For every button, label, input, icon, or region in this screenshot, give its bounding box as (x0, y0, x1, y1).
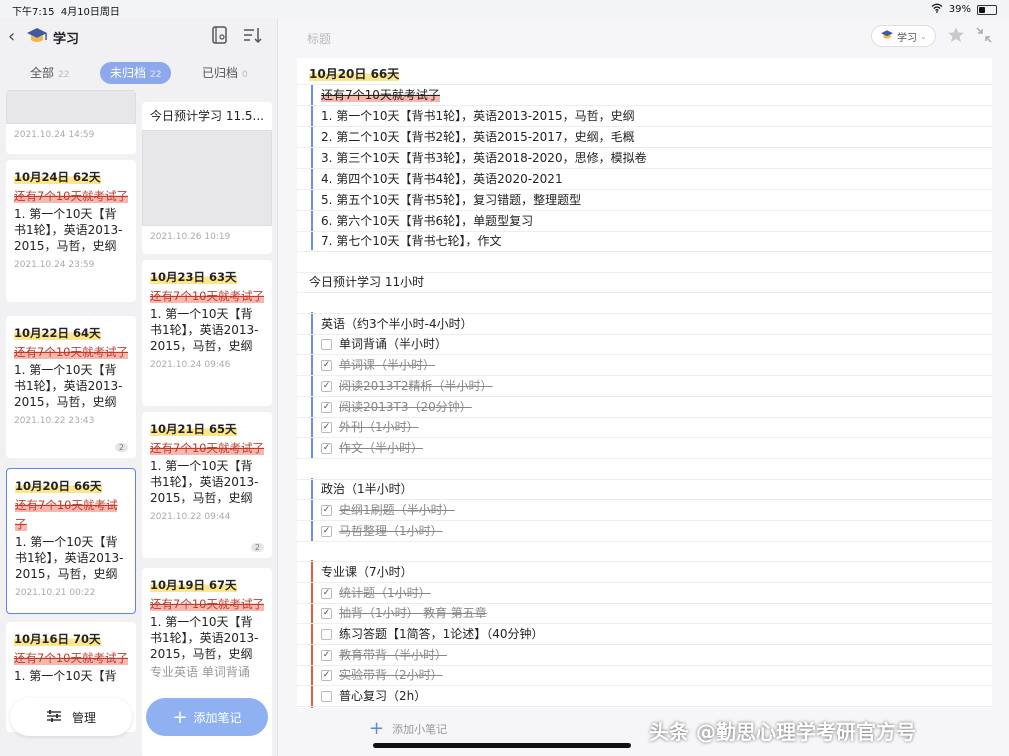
status-bar: 下午7:15 4月10日周日 39% (0, 0, 1009, 18)
wifi-icon (931, 3, 943, 16)
checkbox-checked[interactable]: ✓ (321, 670, 332, 681)
attachment-count-badge: 2 (250, 543, 264, 552)
editor-bottom-bar: + 添加小笔记 头条 @勤思心理学考研官方号 (279, 708, 1009, 756)
home-indicator[interactable] (373, 743, 631, 748)
battery-percent: 39% (948, 4, 971, 15)
note-document[interactable]: 10月20日 66天 还有7个10天就考试了 1. 第一个10天【背书1轮】，英… (297, 58, 992, 708)
checkbox-checked[interactable]: ✓ (321, 526, 332, 537)
folder-title: 学习 (53, 32, 80, 47)
archive-tabs: 全部 22 未归档 22 已归档 0 (0, 62, 277, 88)
collapse-icon[interactable] (976, 27, 992, 43)
plus-icon: + (172, 706, 188, 728)
checkbox-checked[interactable]: ✓ (321, 443, 332, 454)
doc-heading: 10月20日 66天 (297, 64, 992, 85)
tab-unarchived[interactable]: 未归档 22 (100, 62, 172, 84)
doc-line: 1. 第一个10天【背书1轮】，英语2013-2015，马哲，史纲 (297, 106, 992, 127)
section-title: 英语（约3个半小时-4小时） (297, 314, 992, 335)
todo-item[interactable]: 单词背诵（半小时） (297, 334, 992, 355)
note-list-header: ‹ 学习 (0, 18, 277, 54)
todo-item[interactable]: ✓ 外刊（1小时） (297, 417, 992, 438)
doc-line: 6. 第六个10天【背书6轮】，单题型复习 (297, 211, 992, 232)
note-thumbnail (6, 90, 136, 124)
doc-line: 5. 第五个10天【背书5轮】，复习错题，整理题型 (297, 190, 992, 211)
checkbox-checked[interactable]: ✓ (321, 381, 332, 392)
editor-header: 标题 学习 ⌄ (279, 18, 1009, 56)
sliders-icon (46, 709, 62, 726)
graduation-cap-icon (880, 29, 894, 44)
checkbox-checked[interactable]: ✓ (321, 650, 332, 661)
todo-item[interactable]: ✓ 马哲整理（1小时） (297, 521, 992, 542)
doc-line: 今日预计学习 11小时 (297, 272, 992, 293)
chevron-down-icon: ⌄ (920, 31, 927, 41)
note-card[interactable]: 10月21日 65天 还有7个10天就考试了 1. 第一个10天【背书1轮】，英… (142, 412, 272, 558)
note-card[interactable]: 今日预计学习 11.5... 2021.10.26 10:19 (142, 102, 272, 254)
checkbox-checked[interactable]: ✓ (321, 402, 332, 413)
note-card[interactable]: 2021.10.24 14:59 (6, 90, 136, 154)
todo-item[interactable]: ✓ 阅读2013T2精析（半小时） (297, 376, 992, 397)
note-card[interactable]: 10月22日 64天 还有7个10天就考试了 1. 第一个10天【背书1轮】，英… (6, 316, 136, 458)
checkbox[interactable] (321, 691, 332, 702)
todo-item[interactable]: ✓ 作文（半小时） (297, 438, 992, 459)
checkbox[interactable] (321, 339, 332, 350)
todo-item[interactable]: ✓ 阅读2013T3（20分钟） (297, 397, 992, 418)
doc-line: 4. 第四个10天【背书4轮】，英语2020-2021 (297, 169, 992, 190)
note-editor: 标题 学习 ⌄ 10月20日 66天 还有7个10天就考试了 1. 第一个10天… (279, 18, 1009, 756)
chevron-left-icon[interactable]: ‹ (8, 26, 15, 47)
checkbox-checked[interactable]: ✓ (321, 588, 332, 599)
sort-icon[interactable] (242, 25, 262, 45)
notebook-icon[interactable] (210, 25, 230, 45)
note-list-panel: ‹ 学习 全部 22 未归档 22 已归档 0 2021.10.24 14:59 10… (0, 18, 278, 756)
status-time-date: 下午7:15 4月10日周日 (12, 7, 120, 18)
doc-line: 3. 第三个10天【背书3轮】，英语2018-2020，思修，模拟卷 (297, 148, 992, 169)
star-icon[interactable] (947, 26, 965, 44)
graduation-cap-icon (26, 26, 48, 46)
checkbox-checked[interactable]: ✓ (321, 608, 332, 619)
todo-item[interactable]: ✓ 抽背（1小时）-教育 第五章 (297, 603, 992, 624)
doc-line: 还有7个10天就考试了 (297, 85, 992, 106)
checkbox[interactable] (321, 629, 332, 640)
tab-archived[interactable]: 已归档 0 (202, 62, 248, 84)
checkbox-checked[interactable]: ✓ (321, 360, 332, 371)
todo-item[interactable]: ✓ 实验带背（2小时） (297, 665, 992, 686)
note-card[interactable]: 10月24日 62天 还有7个10天就考试了 1. 第一个10天【背书1轮】，英… (6, 160, 136, 302)
watermark: 头条 @勤思心理学考研官方号 (649, 720, 916, 744)
section-title: 专业课（7小时） (297, 562, 992, 583)
battery-icon (977, 4, 997, 15)
doc-line: 7. 第七个10天【背书七轮】，作文 (297, 231, 992, 252)
todo-item[interactable]: 练习答题【1简答，1论述】（40分钟） (297, 624, 992, 645)
title-input[interactable]: 标题 (307, 30, 331, 47)
checkbox-checked[interactable]: ✓ (321, 505, 332, 516)
todo-item[interactable]: ✓ 史纲1刷题（半小时） (297, 500, 992, 521)
note-card-selected[interactable]: 10月20日 66天 还有7个10天就考试了 1. 第一个10天【背书1轮】，英… (6, 468, 136, 614)
todo-item[interactable]: ✓ 单词课（半小时） (297, 355, 992, 376)
todo-item[interactable]: ✓ 统计题（1小时） (297, 583, 992, 604)
add-small-note-button[interactable]: + 添加小笔记 (369, 718, 447, 739)
todo-item[interactable]: 普心复习（2h） (297, 686, 992, 707)
note-card[interactable]: 10月23日 63天 还有7个10天就考试了 1. 第一个10天【背书1轮】，英… (142, 260, 272, 406)
add-note-button[interactable]: + 添加笔记 (146, 698, 268, 736)
plus-icon: + (369, 718, 385, 739)
checkbox-checked[interactable]: ✓ (321, 422, 332, 433)
doc-line: 2. 第二个10天【背书2轮】，英语2015-2017，史纲，毛概 (297, 127, 992, 148)
tab-all[interactable]: 全部 22 (30, 62, 69, 84)
attachment-count-badge: 2 (114, 443, 128, 452)
todo-item[interactable]: ✓ 教育带背（半小时） (297, 645, 992, 666)
section-title: 政治（1半小时） (297, 479, 992, 500)
tag-chip[interactable]: 学习 ⌄ (871, 25, 936, 47)
manage-button[interactable]: 管理 (10, 698, 132, 736)
note-thumbnail (142, 130, 272, 226)
